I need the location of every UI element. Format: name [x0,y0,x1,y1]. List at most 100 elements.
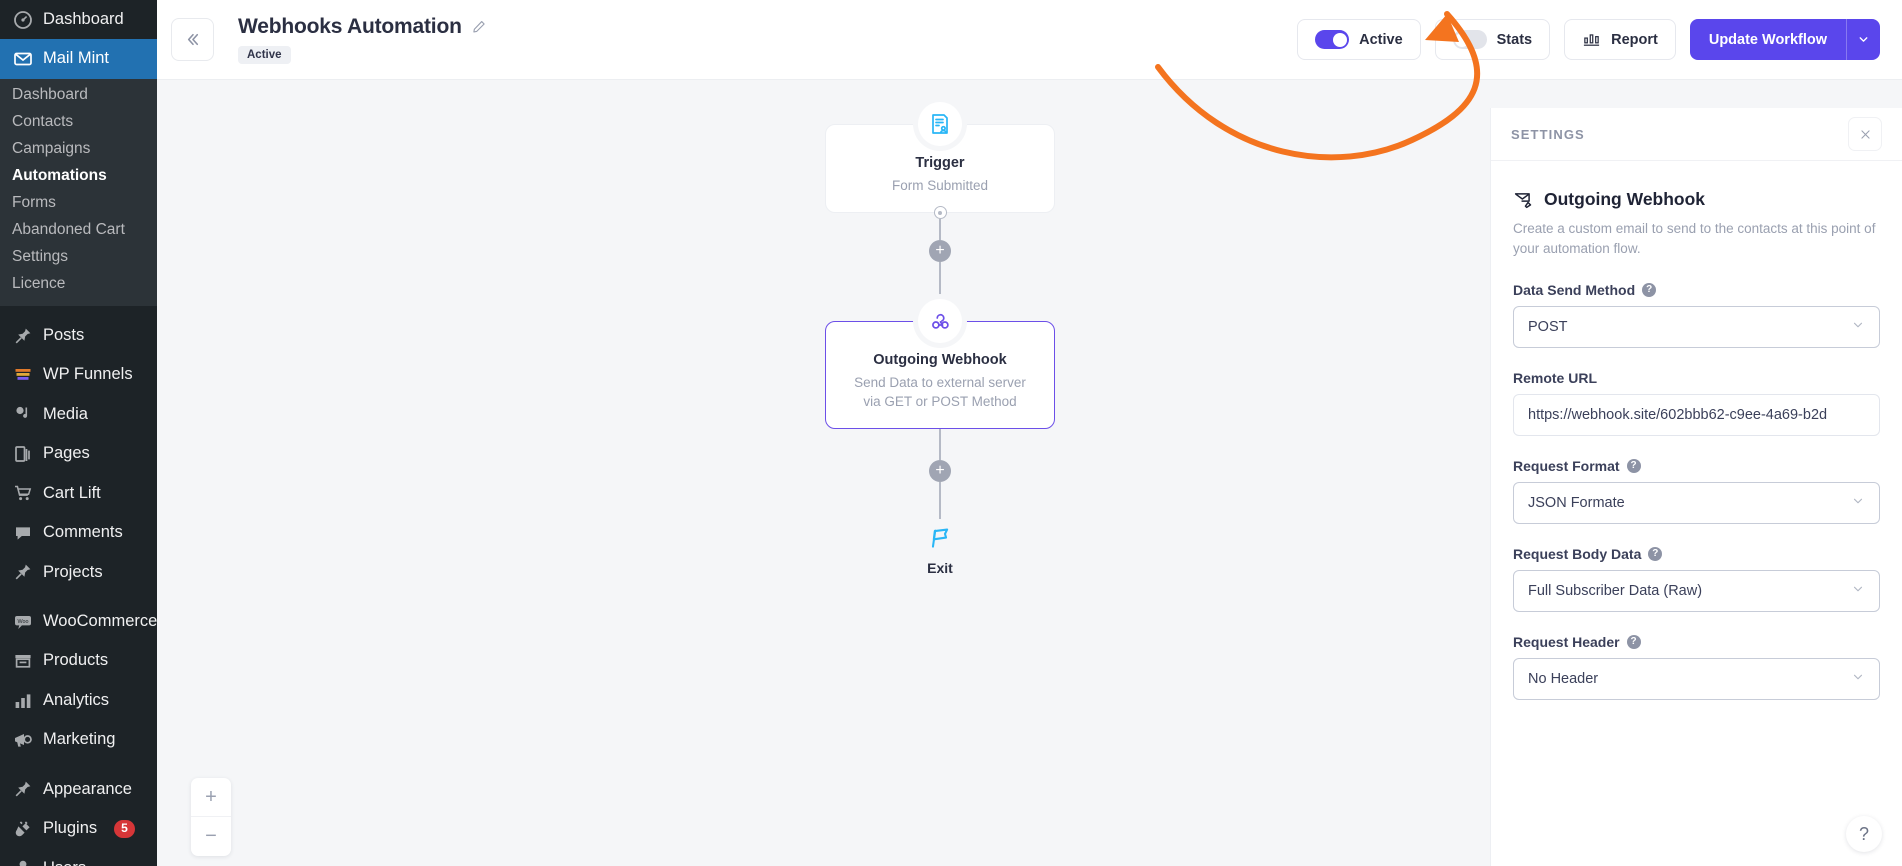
sidebar-item-comments[interactable]: Comments [0,513,157,552]
request-format-select[interactable]: JSON Formate [1513,481,1880,524]
add-step-button-1[interactable]: + [929,240,951,263]
chevrons-left-icon [187,33,199,46]
request-body-data-select[interactable]: Full Subscriber Data (Raw) [1513,569,1880,612]
submenu-item-forms[interactable]: Forms [0,190,157,217]
sidebar-item-label: Media [43,404,88,423]
user-icon [12,858,33,866]
sidebar-item-projects[interactable]: Projects [0,553,157,592]
block-heading: Outgoing Webhook [1513,189,1880,210]
settings-panel: SETTINGS Outgoing Webhook Create a custo… [1490,108,1902,866]
sidebar-item-analytics[interactable]: Analytics [0,681,157,720]
trigger-title: Trigger [915,155,965,171]
sidebar-item-label: Comments [43,523,123,542]
sidebar-item-dashboard[interactable]: Dashboard [0,0,157,39]
add-step-button-2[interactable]: + [929,460,951,483]
sidebar-item-users[interactable]: Users [0,849,157,866]
sidebar-item-label: Users [43,858,86,866]
canvas-zoom-controls: + − [191,778,231,856]
submenu-item-automations[interactable]: Automations [0,163,157,190]
sidebar-item-products[interactable]: Products [0,641,157,680]
help-icon[interactable]: ? [1648,546,1663,561]
sidebar-item-plugins[interactable]: Plugins 5 [0,809,157,848]
products-icon [12,651,33,672]
sidebar-item-label: WP Funnels [43,365,133,384]
sidebar-item-label: Products [43,651,109,670]
sidebar-item-wp-funnels[interactable]: WP Funnels [0,355,157,394]
plug-icon [12,818,33,839]
submenu-item-contacts[interactable]: Contacts [0,109,157,136]
sidebar-item-posts[interactable]: Posts [0,316,157,355]
svg-text:Woo: Woo [17,619,28,625]
active-toggle-button[interactable]: Active [1297,19,1421,60]
stats-toggle-switch[interactable] [1452,30,1487,49]
sidebar-item-appearance[interactable]: Appearance [0,770,157,809]
request-header-select[interactable]: No Header [1513,657,1880,700]
block-title: Outgoing Webhook [1544,189,1706,209]
exit-node[interactable]: Exit [825,525,1055,576]
connector-webhook-to-exit: + [825,429,1055,520]
zoom-in-button[interactable]: + [191,778,231,817]
connector-trigger-to-webhook: + [825,206,1055,300]
top-toolbar: Webhooks Automation Active Active Stats [157,0,1902,80]
active-toggle-switch[interactable] [1315,30,1350,49]
sidebar-item-marketing[interactable]: Marketing [0,720,157,759]
sidebar-item-mail-mint[interactable]: Mail Mint [0,39,157,79]
pencil-icon[interactable] [471,19,487,35]
sidebar-item-label: Analytics [43,690,110,709]
megaphone-icon [12,729,33,750]
report-button[interactable]: Report [1564,19,1676,60]
sidebar-item-woocommerce[interactable]: Woo WooCommerce [0,602,157,641]
trigger-subtitle: Form Submitted [891,178,989,193]
sidebar-item-pages[interactable]: Pages [0,434,157,473]
data-send-method-select[interactable]: POST [1513,305,1880,348]
funnel-icon [12,365,33,386]
webhook-icon [918,299,962,344]
remote-url-input[interactable]: https://webhook.site/602bbb62-c9ee-4a69-… [1513,393,1880,436]
stats-toggle-label: Stats [1496,31,1533,48]
submenu-item-settings[interactable]: Settings [0,244,157,271]
connector-line [939,482,941,520]
update-workflow-dropdown[interactable] [1846,19,1880,60]
submenu-item-abandoned-cart[interactable]: Abandoned Cart [0,217,157,244]
zoom-out-button[interactable]: − [191,817,231,856]
sidebar-item-label: Cart Lift [43,483,101,502]
sidebar-item-label: Pages [43,444,90,463]
field-remote-url: Remote URL https://webhook.site/602bbb62… [1513,370,1880,436]
main-area: Webhooks Automation Active Active Stats [157,0,1902,866]
plugins-update-badge: 5 [114,819,135,839]
sidebar-item-label: Appearance [43,779,132,798]
connector-dot [933,206,947,220]
selected-value: POST [1528,318,1568,335]
close-icon[interactable] [1848,117,1882,151]
webhook-subtitle: Send Data to external server via GET or … [854,375,1026,410]
workflow-flow: Trigger Form Submitted + Outgoing Webhoo… [825,102,1055,576]
help-icon[interactable]: ? [1626,458,1641,473]
submenu-item-campaigns[interactable]: Campaigns [0,136,157,163]
app-root: Dashboard Mail Mint Dashboard Contacts C… [0,0,1902,866]
field-request-body-data: Request Body Data ? Full Subscriber Data… [1513,546,1880,612]
connector-line [939,219,941,241]
sidebar-item-media[interactable]: Media [0,395,157,434]
submenu-item-licence[interactable]: Licence [0,271,157,298]
sidebar-item-label: Marketing [43,730,116,749]
trigger-node[interactable]: Trigger Form Submitted [825,102,1055,214]
field-label: Request Body Data ? [1513,546,1880,562]
remote-url-value: https://webhook.site/602bbb62-c9ee-4a69-… [1528,406,1828,423]
update-workflow-button[interactable]: Update Workflow [1689,19,1880,60]
submenu-item-dashboard[interactable]: Dashboard [0,82,157,109]
connector-line [939,262,941,300]
help-button[interactable]: ? [1846,816,1882,852]
collapse-sidebar-button[interactable] [171,18,214,61]
toolbar-actions: Active Stats Report Update Workflow [1297,19,1880,60]
sidebar-divider [0,760,157,770]
stats-toggle-button[interactable]: Stats [1434,19,1551,60]
woo-icon: Woo [12,611,33,632]
sidebar-item-cart-lift[interactable]: Cart Lift [0,474,157,513]
title-block: Webhooks Automation Active [238,15,487,64]
flag-icon [931,528,949,549]
help-icon[interactable]: ? [1642,282,1657,297]
outgoing-webhook-node[interactable]: Outgoing Webhook Send Data to external s… [825,299,1055,430]
help-icon[interactable]: ? [1626,634,1641,649]
email-edit-icon [1514,193,1532,209]
chevron-down-icon [1851,670,1865,687]
